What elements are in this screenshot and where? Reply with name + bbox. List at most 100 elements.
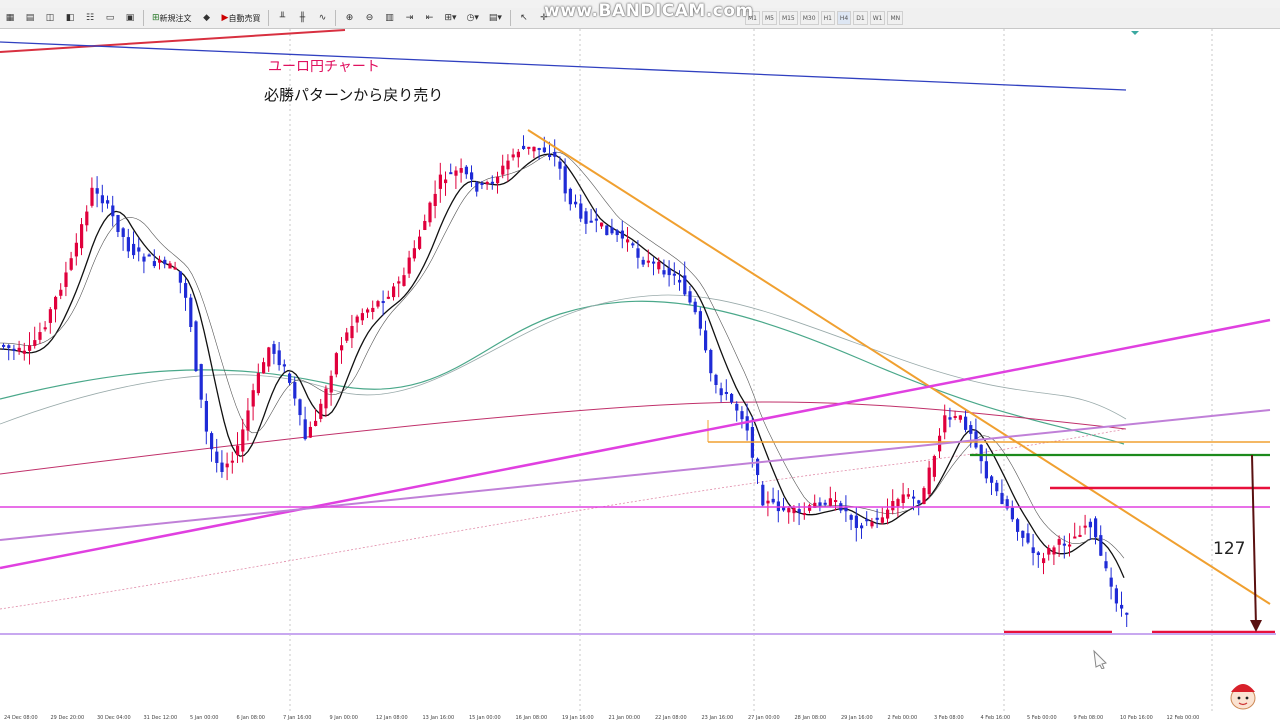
tester-icon[interactable]: ▣ bbox=[122, 10, 138, 26]
candle-body bbox=[33, 340, 37, 346]
auto-scroll-icon[interactable]: ⇥ bbox=[401, 10, 417, 26]
candle-body bbox=[340, 345, 344, 351]
candle-body bbox=[95, 188, 99, 194]
candle-body bbox=[100, 195, 104, 204]
candle-body bbox=[22, 350, 26, 354]
candle-body bbox=[85, 211, 89, 226]
candle-body bbox=[1120, 604, 1124, 609]
candle-body bbox=[511, 154, 515, 158]
timeframe-d1[interactable]: D1 bbox=[853, 11, 868, 25]
zoom-out-icon[interactable]: ⊖ bbox=[361, 10, 377, 26]
candle-body bbox=[371, 307, 375, 313]
moving-average-crimson bbox=[0, 401, 1127, 475]
tile-windows-icon[interactable]: ▥ bbox=[381, 10, 397, 26]
candle-body bbox=[293, 382, 297, 399]
timeframe-w1[interactable]: W1 bbox=[869, 11, 886, 25]
timeframe-m5[interactable]: M5 bbox=[761, 11, 777, 25]
candle-body bbox=[334, 353, 338, 375]
candle-body bbox=[943, 415, 947, 433]
candle-body bbox=[1000, 492, 1004, 505]
candle-body bbox=[771, 498, 775, 503]
time-axis-label: 9 Jan 00:00 bbox=[329, 715, 358, 721]
candle-body bbox=[802, 513, 806, 516]
candle-body bbox=[350, 325, 354, 339]
time-axis-label: 29 Jan 16:00 bbox=[841, 715, 873, 721]
candle-body bbox=[147, 254, 151, 257]
meta-editor-icon[interactable]: ◆ bbox=[199, 10, 215, 26]
candle-body bbox=[1099, 535, 1103, 556]
candle-body bbox=[568, 188, 572, 205]
candle-body bbox=[69, 258, 73, 270]
new-chart-icon[interactable]: ▦ bbox=[2, 10, 18, 26]
timeframe-m15[interactable]: M15 bbox=[778, 11, 798, 25]
candle-body bbox=[381, 301, 385, 304]
auto-trade-label: 自動売買 bbox=[228, 13, 261, 23]
time-axis-label: 27 Jan 00:00 bbox=[748, 715, 780, 721]
timeframe-h4[interactable]: H4 bbox=[836, 11, 852, 25]
profiles-icon[interactable]: ▤ bbox=[22, 10, 38, 26]
candle-body bbox=[7, 345, 11, 348]
candle-body bbox=[116, 215, 120, 233]
cursor-icon[interactable]: ↖ bbox=[516, 10, 532, 26]
navigator-icon[interactable]: ☷ bbox=[82, 10, 98, 26]
candle-body bbox=[220, 462, 224, 473]
candle-body bbox=[823, 502, 827, 505]
candle-body bbox=[1125, 612, 1129, 615]
bar-chart-icon[interactable]: ╨ bbox=[274, 10, 290, 26]
candle-body bbox=[38, 332, 42, 340]
chart-title-annotation: ユーロ円チャート bbox=[268, 59, 380, 75]
candle-body bbox=[756, 458, 760, 476]
pips-label: 127 bbox=[1213, 539, 1246, 559]
auto-trade-button[interactable]: ▶ 自動売買 bbox=[219, 10, 264, 26]
data-window-icon[interactable]: ◧ bbox=[62, 10, 78, 26]
indicators-icon[interactable]: ⊞▾ bbox=[441, 10, 459, 26]
timeframe-mn[interactable]: MN bbox=[887, 11, 904, 25]
templates-icon[interactable]: ▤▾ bbox=[486, 10, 505, 26]
new-order-icon: ⊞ bbox=[152, 13, 160, 23]
timeframe-m30[interactable]: M30 bbox=[799, 11, 819, 25]
candle-body bbox=[288, 373, 292, 383]
candle-body bbox=[880, 517, 884, 523]
candle-body bbox=[969, 425, 973, 434]
time-axis-label: 6 Jan 08:00 bbox=[236, 715, 265, 721]
timeframe-h1[interactable]: H1 bbox=[820, 11, 835, 25]
candlestick-icon[interactable]: ╫ bbox=[294, 10, 310, 26]
candle-body bbox=[173, 267, 177, 270]
candle-body bbox=[397, 281, 401, 284]
terminal-icon[interactable]: ▭ bbox=[102, 10, 118, 26]
candle-body bbox=[740, 411, 744, 420]
candle-body bbox=[917, 500, 921, 504]
time-axis-label: 21 Jan 00:00 bbox=[608, 715, 641, 721]
candle-body bbox=[698, 311, 702, 329]
candle-body bbox=[1021, 530, 1025, 538]
line-chart-icon[interactable]: ∿ bbox=[314, 10, 330, 26]
price-chart[interactable] bbox=[0, 29, 1280, 713]
candle-body bbox=[470, 172, 474, 180]
zoom-in-icon[interactable]: ⊕ bbox=[341, 10, 357, 26]
candle-body bbox=[485, 181, 489, 185]
candle-body bbox=[1104, 561, 1108, 569]
candle-body bbox=[579, 203, 583, 219]
candle-body bbox=[152, 261, 156, 267]
candle-body bbox=[1052, 547, 1056, 555]
time-axis-label: 3 Feb 08:00 bbox=[934, 715, 964, 721]
periods-icon[interactable]: ◷▾ bbox=[464, 10, 482, 26]
candle-body bbox=[849, 515, 853, 520]
candle-body bbox=[891, 500, 895, 511]
candle-body bbox=[48, 309, 52, 323]
candle-body bbox=[896, 499, 900, 507]
market-watch-icon[interactable]: ◫ bbox=[42, 10, 58, 26]
candle-body bbox=[194, 321, 198, 372]
toolbar-separator bbox=[268, 10, 270, 26]
candle-body bbox=[121, 228, 125, 237]
candle-body bbox=[90, 187, 94, 206]
candle-body bbox=[376, 301, 380, 307]
chart-shift-icon[interactable]: ⇤ bbox=[421, 10, 437, 26]
candle-body bbox=[251, 390, 255, 407]
candle-body bbox=[792, 507, 796, 514]
new-order-button[interactable]: ⊞ 新規注文 bbox=[149, 10, 195, 26]
time-axis-label: 30 Dec 04:00 bbox=[97, 715, 131, 721]
auto-trade-icon: ▶ bbox=[221, 13, 229, 23]
candle-body bbox=[111, 205, 115, 217]
time-axis-label: 23 Jan 16:00 bbox=[701, 715, 734, 721]
